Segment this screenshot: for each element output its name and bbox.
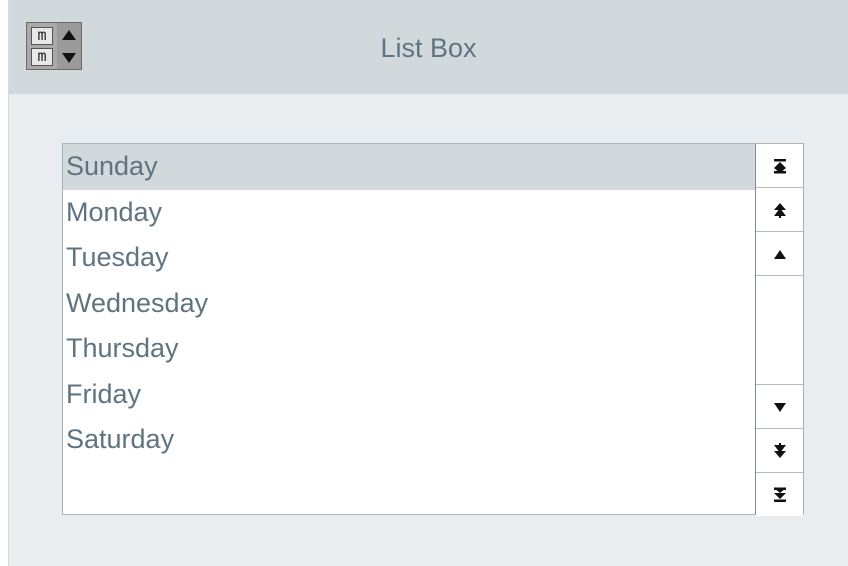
title-bar: m m List Box: [9, 0, 848, 94]
list-item-saturday[interactable]: Saturday: [63, 417, 755, 463]
page-up-button[interactable]: [756, 188, 803, 232]
list-items: Sunday Monday Tuesday Wednesday Thursday…: [63, 144, 755, 514]
line-down-icon: [773, 402, 786, 412]
line-down-button[interactable]: [756, 384, 803, 428]
scroll-to-bottom-icon: [773, 487, 786, 502]
scroll-to-top-icon: [773, 158, 786, 173]
list-item-sunday[interactable]: Sunday: [63, 144, 755, 190]
page-down-button[interactable]: [756, 428, 803, 472]
line-up-button[interactable]: [756, 232, 803, 276]
line-up-icon: [773, 249, 786, 259]
window: m m List Box Sunday Monday Tuesday Wedne…: [8, 0, 848, 566]
list-item-monday[interactable]: Monday: [63, 190, 755, 236]
scroll-to-top-button[interactable]: [756, 144, 803, 188]
window-title: List Box: [380, 33, 477, 63]
page-down-icon: [773, 442, 786, 458]
scrollbar[interactable]: [755, 144, 803, 516]
list-item-wednesday[interactable]: Wednesday: [63, 281, 755, 327]
list-item-tuesday[interactable]: Tuesday: [63, 235, 755, 281]
list-box[interactable]: Sunday Monday Tuesday Wednesday Thursday…: [62, 143, 804, 516]
page-up-icon: [773, 202, 786, 218]
scrollbar-track[interactable]: [756, 276, 803, 384]
scroll-to-bottom-button[interactable]: [756, 472, 803, 516]
list-item-friday[interactable]: Friday: [63, 372, 755, 418]
list-item-thursday[interactable]: Thursday: [63, 326, 755, 372]
